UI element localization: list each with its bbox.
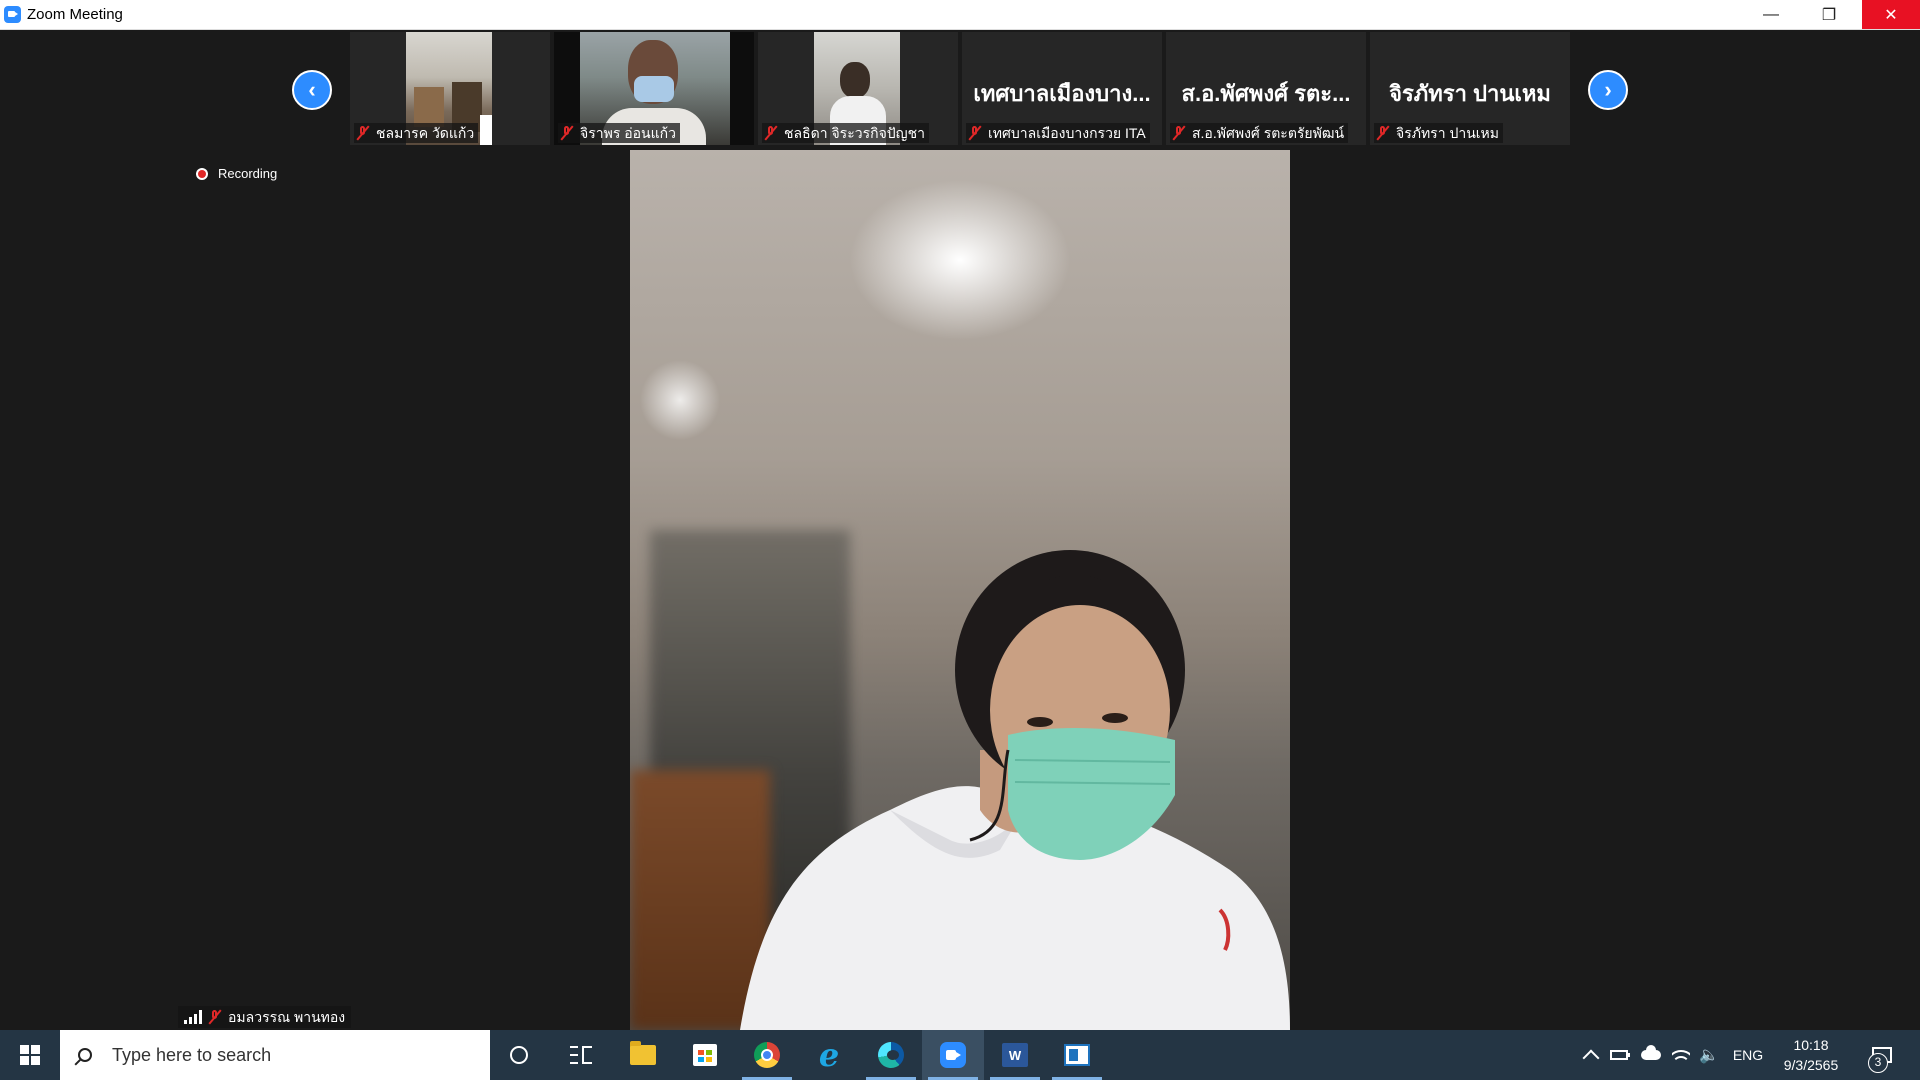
chevron-left-icon: ‹ (308, 77, 316, 102)
participant-tile[interactable]: ชลมารค วัดแก้ว (350, 32, 550, 145)
mic-muted-icon (1376, 125, 1390, 141)
participant-name: จิรภัทรา ปานเหม (1396, 125, 1500, 141)
participant-caption: จิรภัทรา ปานเหม (1374, 123, 1504, 143)
search-input[interactable] (110, 1043, 474, 1067)
participant-display-name: เทศบาลเมืองบาง... (973, 81, 1151, 106)
clock-time: 10:18 (1793, 1037, 1829, 1053)
cloud-icon (1641, 1045, 1661, 1060)
app-button[interactable] (1046, 1030, 1108, 1080)
close-button[interactable]: ✕ (1862, 0, 1920, 29)
participant-display-name: ส.อ.พัศพงศ์ รตะ... (1181, 81, 1351, 106)
windows-logo-icon (20, 1045, 40, 1065)
start-button[interactable] (0, 1030, 60, 1080)
participant-name: ชลธิดา จิระวรกิจปัญชา (784, 125, 925, 141)
store-icon (693, 1044, 717, 1066)
recording-indicator[interactable]: Recording (196, 166, 277, 181)
clock-date: 9/3/2565 (1783, 1057, 1839, 1073)
folder-icon (630, 1041, 656, 1065)
edge-icon (878, 1042, 904, 1068)
participant-strip: ‹ ชลมารค วัดแก้ว จิราพร อ่อนแก้ว ชลธิดา … (0, 30, 1920, 150)
language-button[interactable]: ENG (1730, 1030, 1766, 1080)
notification-count-badge: 3 (1868, 1053, 1888, 1073)
file-explorer-button[interactable] (612, 1030, 674, 1080)
restore-button[interactable]: ❐ (1800, 0, 1858, 29)
show-hidden-icons-button[interactable] (1580, 1030, 1602, 1080)
active-speaker-video (630, 150, 1290, 1030)
participant-name: จิราพร อ่อนแก้ว (580, 125, 676, 141)
chevron-up-icon (1582, 1049, 1600, 1067)
speaker-figure (740, 550, 1290, 1030)
mic-muted-icon (560, 125, 574, 141)
participant-caption: ชลมารค วัดแก้ว (354, 123, 479, 143)
task-view-button[interactable] (550, 1030, 612, 1080)
cortana-icon (510, 1046, 528, 1064)
participant-caption: ชลธิดา จิระวรกิจปัญชา (762, 123, 929, 143)
battery-icon (1610, 1050, 1630, 1060)
mic-muted-icon (208, 1009, 222, 1025)
chrome-icon (754, 1042, 780, 1068)
search-icon (78, 1048, 92, 1062)
active-speaker-label: อมลวรรณ พานทอง (178, 1006, 352, 1028)
taskbar: e W 🔈 ENG 10:18 9/3/2565 (0, 1030, 1920, 1080)
participant-tile[interactable]: จิราพร อ่อนแก้ว (554, 32, 754, 145)
word-icon: W (1002, 1043, 1028, 1067)
connection-signal-icon (184, 1010, 202, 1024)
wifi-icon (1672, 1046, 1690, 1064)
participant-display-name: จิรภัทรา ปานเหม (1389, 81, 1551, 106)
participant-tile[interactable]: เทศบาลเมืองบาง... เทศบาลเมืองบางกรวย ITA (962, 32, 1162, 145)
participant-tile[interactable]: จิรภัทรา ปานเหม จิรภัทรา ปานเหม (1370, 32, 1570, 145)
mic-muted-icon (1172, 125, 1186, 141)
store-button[interactable] (674, 1030, 736, 1080)
onedrive-button[interactable] (1638, 1030, 1664, 1080)
active-speaker-name: อมลวรรณ พานทอง (228, 1009, 346, 1025)
participant-caption: จิราพร อ่อนแก้ว (558, 123, 680, 143)
minimize-button[interactable]: — (1742, 0, 1800, 29)
participant-caption: ส.อ.พัศพงศ์ รตะตรัยพัฒน์ (1170, 123, 1349, 143)
word-button[interactable]: W (984, 1030, 1046, 1080)
participant-caption: เทศบาลเมืองบางกรวย ITA (966, 123, 1150, 143)
prev-page-button[interactable]: ‹ (292, 70, 332, 110)
participant-tile[interactable]: ส.อ.พัศพงศ์ รตะ... ส.อ.พัศพงศ์ รตะตรัยพั… (1166, 32, 1366, 145)
mic-muted-icon (764, 125, 778, 141)
task-view-icon (570, 1046, 592, 1064)
participant-name: ชลมารค วัดแก้ว (376, 125, 475, 141)
chrome-button[interactable] (736, 1030, 798, 1080)
cortana-button[interactable] (488, 1030, 550, 1080)
recording-label: Recording (218, 166, 278, 181)
network-button[interactable] (1668, 1030, 1694, 1080)
taskbar-search[interactable] (60, 1030, 490, 1080)
participant-name: เทศบาลเมืองบางกรวย ITA (988, 125, 1146, 141)
chevron-right-icon: › (1604, 77, 1612, 102)
zoom-taskbar-button[interactable] (922, 1030, 984, 1080)
zoom-icon (940, 1042, 966, 1068)
participant-name: ส.อ.พัศพงศ์ รตะตรัยพัฒน์ (1192, 125, 1345, 141)
title-bar: Zoom Meeting — ❐ ✕ (0, 0, 1920, 30)
internet-explorer-button[interactable]: e (798, 1030, 860, 1080)
zoom-app-icon (4, 6, 21, 23)
participant-tile[interactable]: ชลธิดา จิระวรกิจปัญชา (758, 32, 958, 145)
speaker-icon: 🔈 (1699, 1047, 1719, 1064)
window-app-icon (1064, 1044, 1090, 1066)
next-page-button[interactable]: › (1588, 70, 1628, 110)
mic-muted-icon (968, 125, 982, 141)
mic-muted-icon (356, 125, 370, 141)
recording-dot-icon (196, 167, 208, 180)
battery-button[interactable] (1606, 1030, 1632, 1080)
volume-button[interactable]: 🔈 (1696, 1030, 1722, 1080)
edge-button[interactable] (860, 1030, 922, 1080)
internet-explorer-icon: e (818, 1036, 840, 1074)
window-title: Zoom Meeting (27, 6, 123, 23)
clock[interactable]: 10:18 9/3/2565 (1776, 1030, 1846, 1080)
